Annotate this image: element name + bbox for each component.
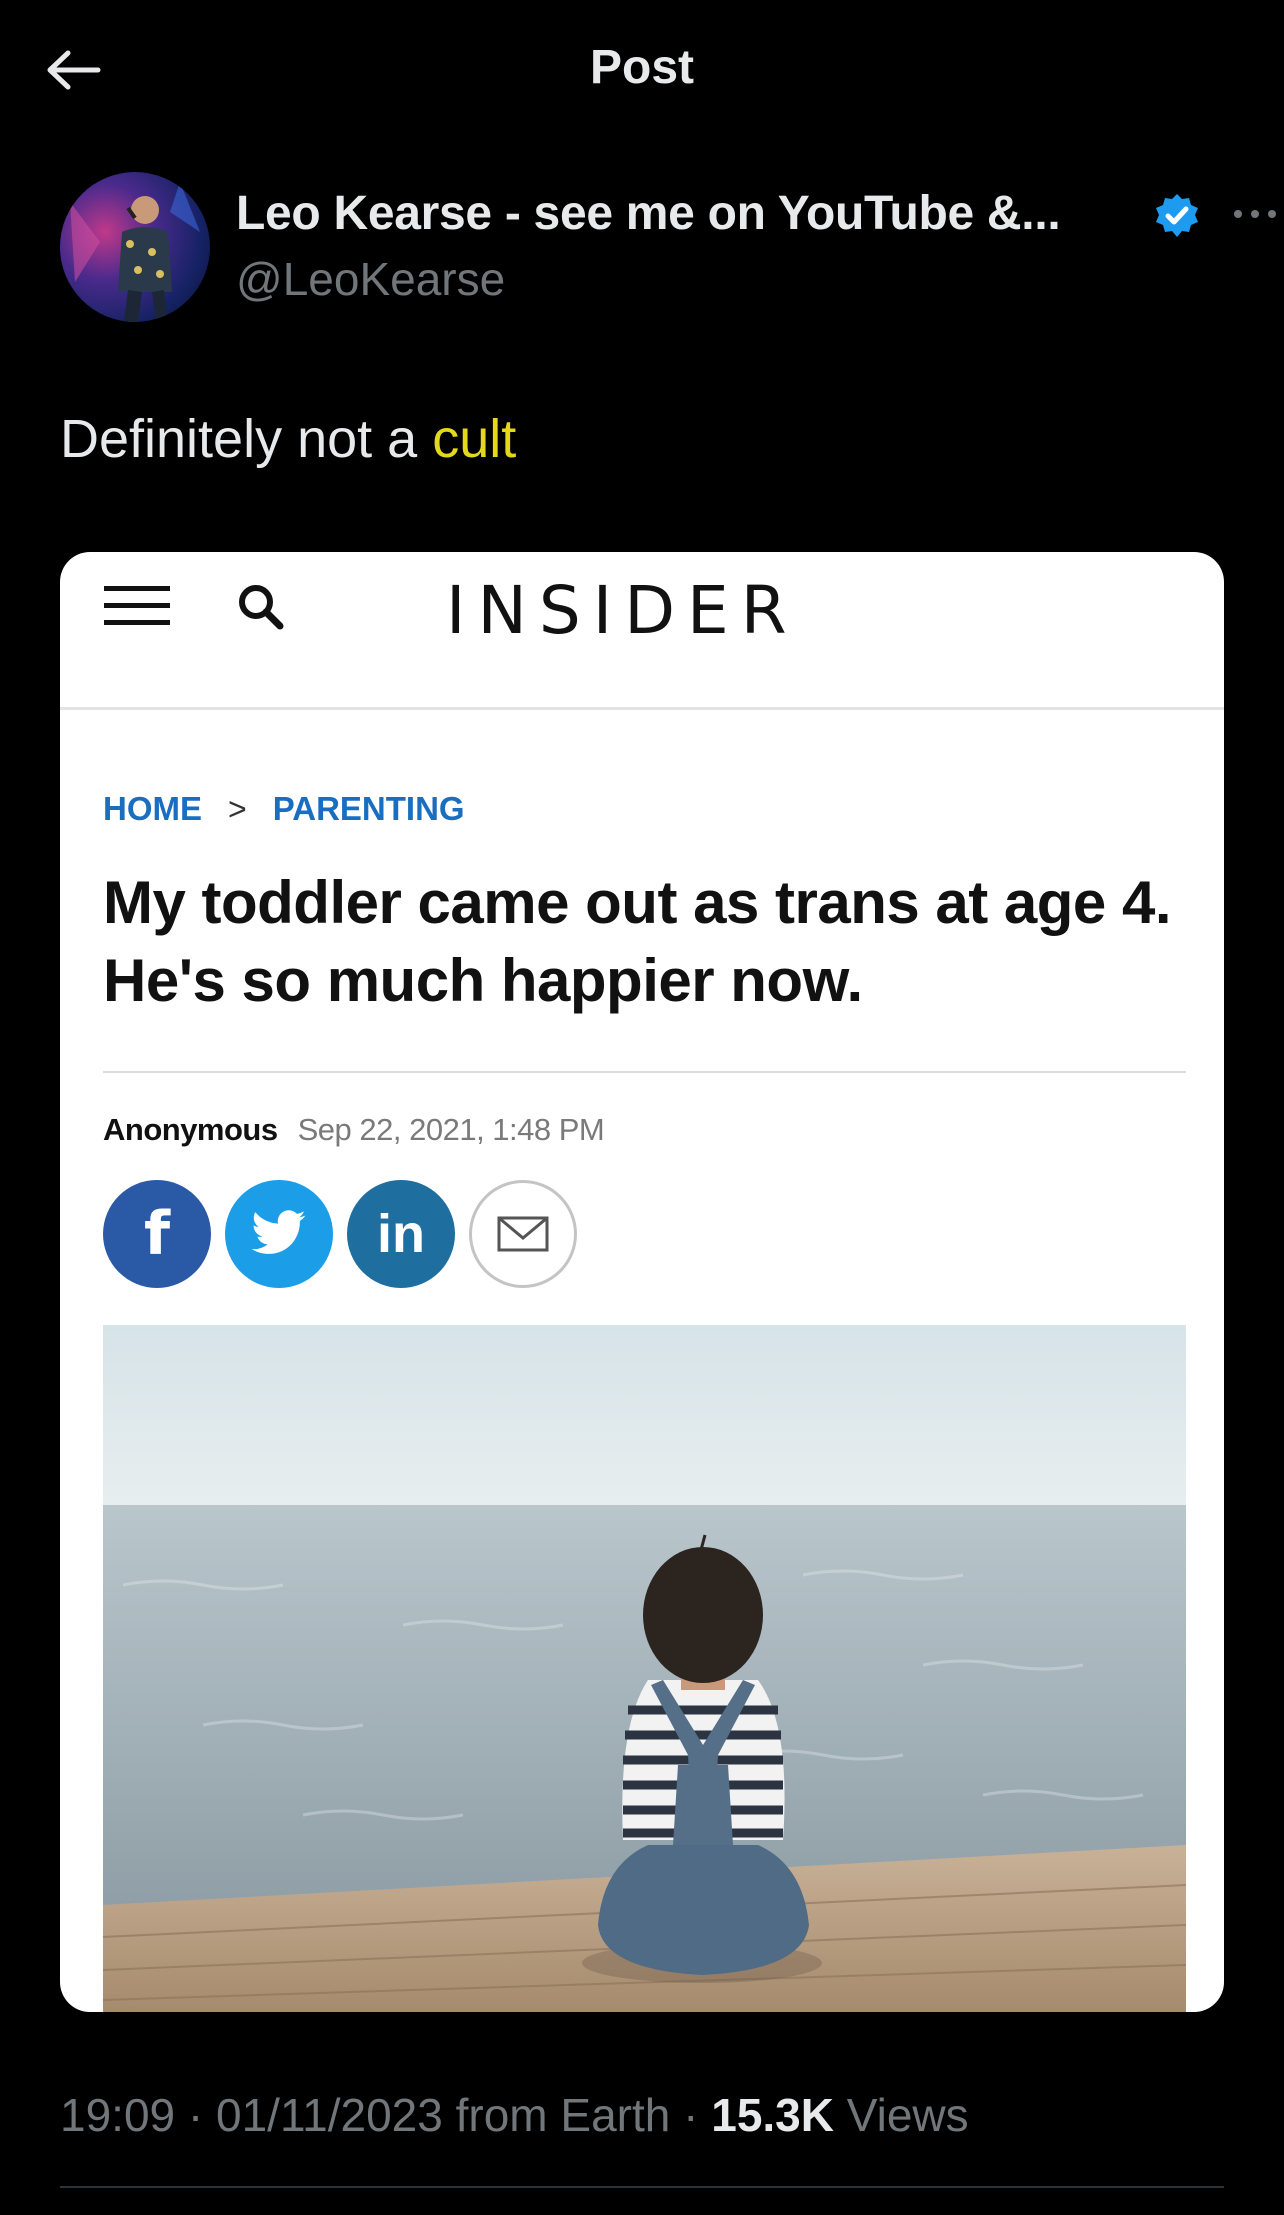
breadcrumb: HOME > PARENTING [103,790,465,828]
article-headline: My toddler came out as trans at age 4. H… [103,869,1172,1014]
post-time: 19:09 [60,2089,176,2141]
divider [103,1071,1186,1073]
post-text-prefix: Definitely not a [60,409,433,469]
page-title: Post [589,41,694,94]
post-media[interactable]: INSIDER HOME > PARENTING My toddler came… [60,552,1224,2012]
breadcrumb-separator: > [228,790,247,827]
email-share-icon [469,1180,577,1288]
more-horizontal-icon [1234,210,1276,218]
avatar-photo [70,182,200,322]
top-bar: Post [0,0,1284,140]
twitter-bird-icon [251,1210,306,1254]
author-display-name[interactable]: Leo Kearse - see me on YouTube &... [236,186,1061,241]
author-handle[interactable]: @LeoKearse [236,252,505,306]
facebook-share-icon: f [103,1180,211,1288]
article-byline: Anonymous Sep 22, 2021, 1:48 PM [103,1112,605,1148]
meta-separator: · [683,2089,699,2141]
article-date: Sep 22, 2021, 1:48 PM [297,1112,605,1147]
post-text: Definitely not a cult [60,408,516,470]
twitter-share-icon [225,1180,333,1288]
site-logo: INSIDER [446,572,799,649]
post-date: 01/11/2023 [216,2089,443,2141]
share-buttons: f in [103,1180,591,1288]
hamburger-menu-icon [104,586,170,625]
verified-badge-icon [1156,194,1198,237]
article-author: Anonymous [103,1112,278,1147]
child-on-pier-photo [103,1325,1186,2012]
post-author: Leo Kearse - see me on YouTube &... @Leo… [60,172,1276,332]
breadcrumb-section: PARENTING [272,790,465,827]
search-icon [239,585,284,630]
post-meta: 19:09 · 01/11/2023 from Earth · 15.3K Vi… [60,2088,969,2142]
more-button[interactable] [1225,194,1284,234]
linkedin-share-icon: in [347,1180,455,1288]
envelope-icon [497,1216,549,1252]
breadcrumb-home: HOME [103,790,202,827]
views-count[interactable]: 15.3K [711,2089,834,2141]
article-site-header: INSIDER [60,552,1224,710]
meta-separator: · [187,2089,204,2141]
divider [60,2186,1224,2188]
post-source: from Earth [455,2089,671,2141]
views-label: Views [846,2089,969,2141]
highlighted-word[interactable]: cult [432,409,516,469]
avatar[interactable] [60,172,210,322]
